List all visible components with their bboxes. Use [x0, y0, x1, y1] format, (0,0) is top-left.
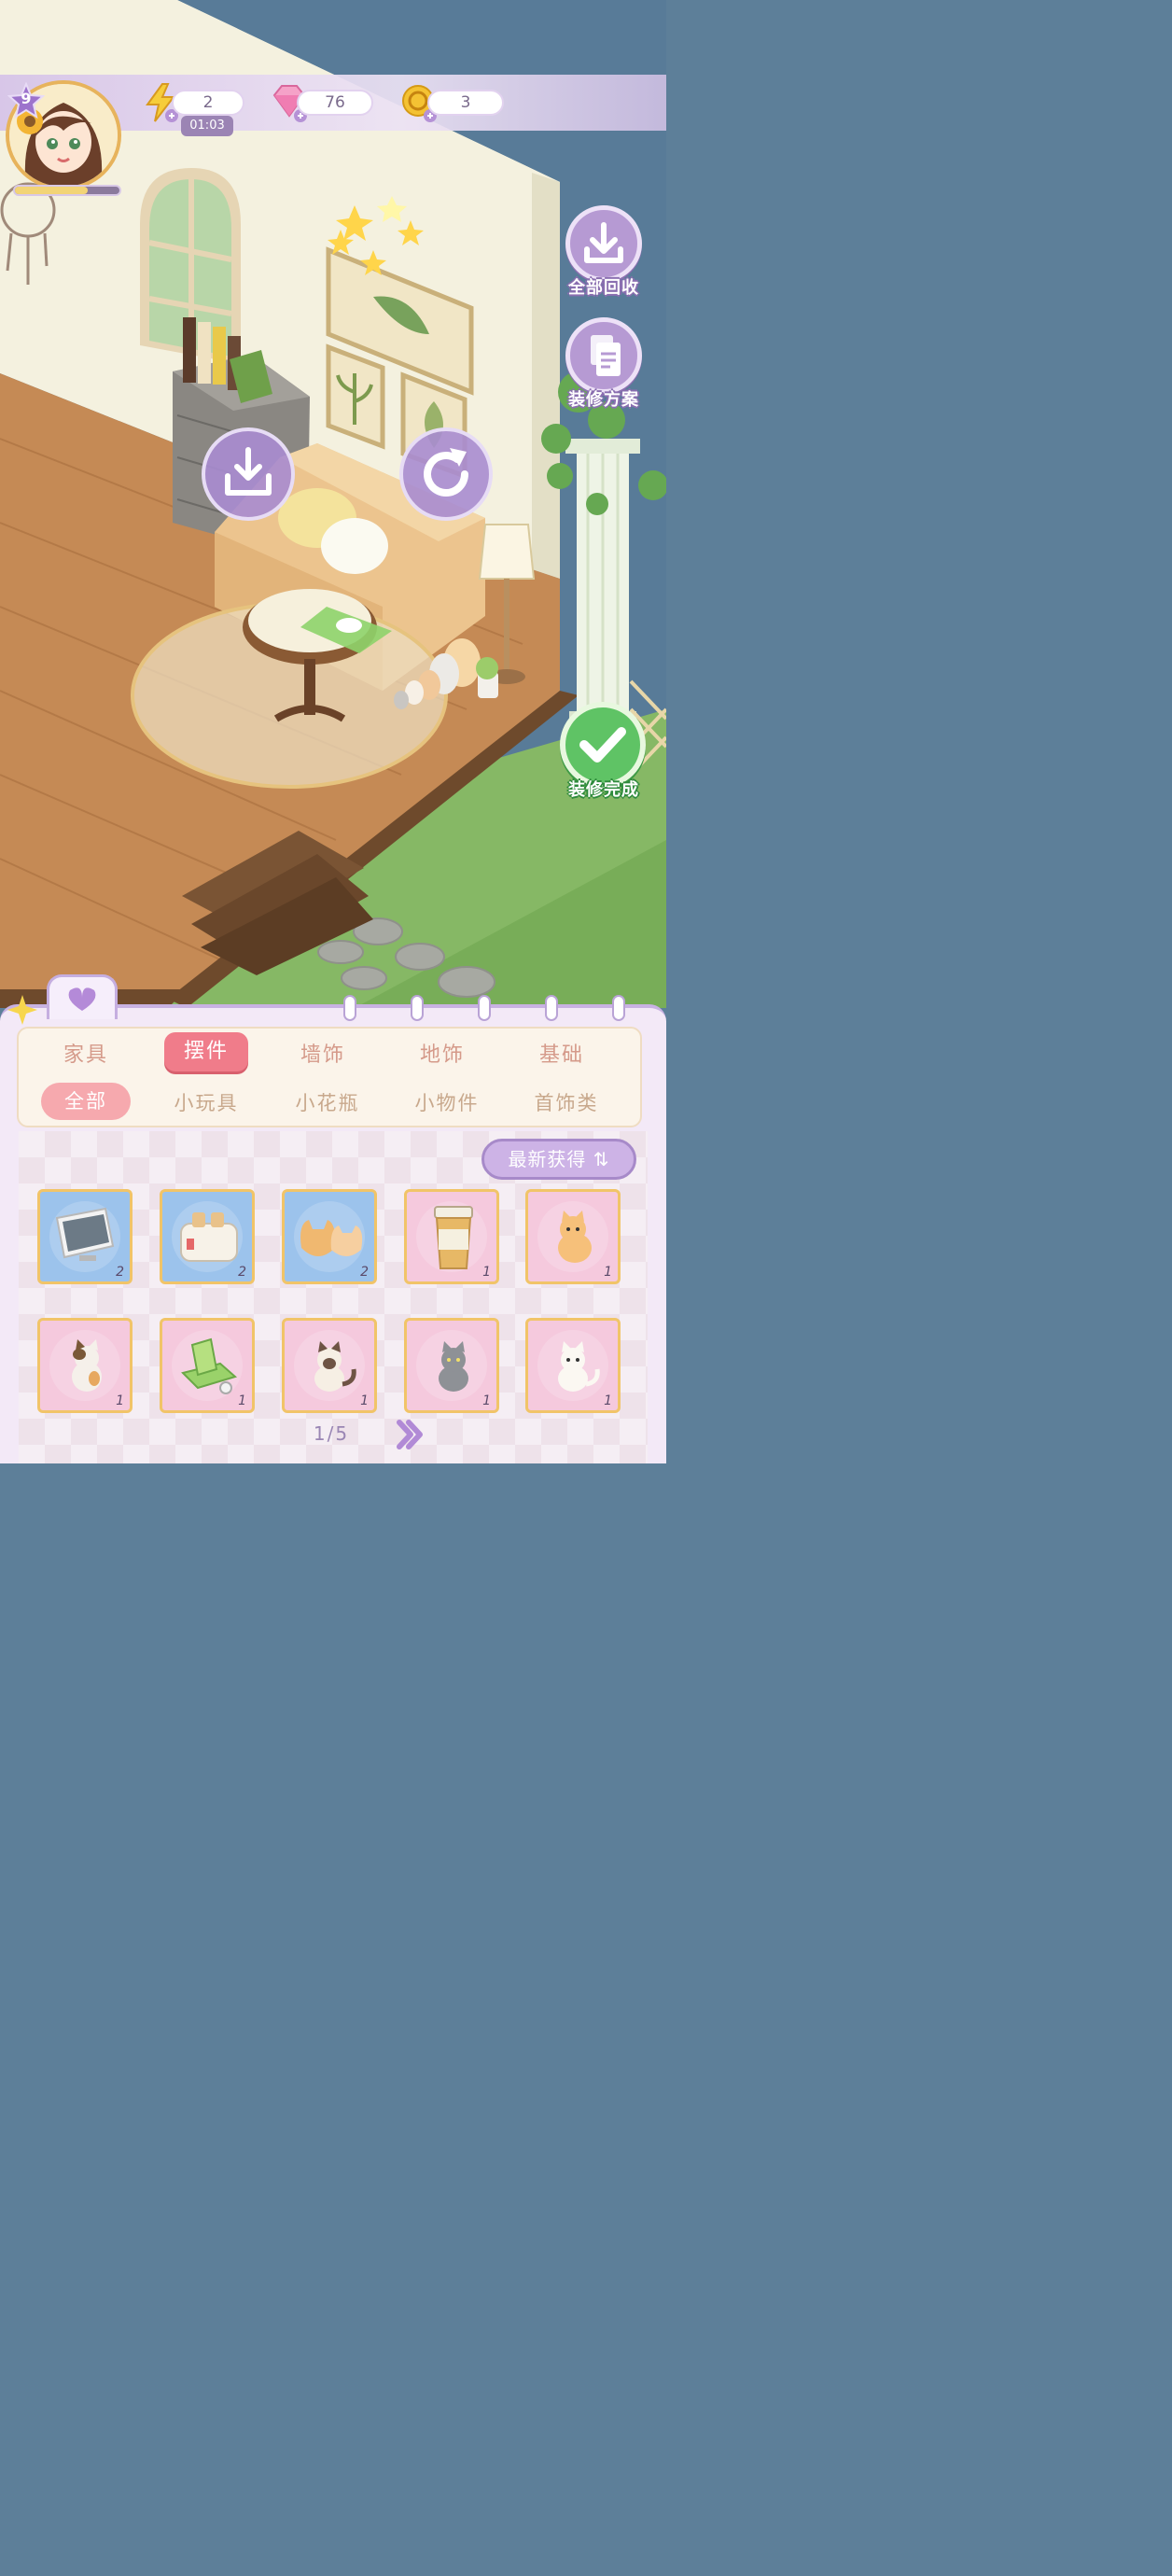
- xp-bar-fill: [15, 187, 89, 194]
- item-count: 1: [238, 1393, 246, 1408]
- calico-cat-icon: [72, 1339, 102, 1392]
- tab-floor-decor[interactable]: 地饰: [396, 1038, 489, 1068]
- orange-cat-icon: [558, 1211, 592, 1263]
- decor-plan-button[interactable]: [565, 317, 642, 394]
- subtab-small-vases[interactable]: 小花瓶: [276, 1088, 379, 1116]
- energy-timer: 01:03: [181, 116, 233, 136]
- cat-cushion-icon: [300, 1220, 363, 1256]
- gems-value: 76: [297, 90, 373, 116]
- item-card[interactable]: 2: [37, 1189, 133, 1284]
- sort-arrows-icon: ⇅: [593, 1148, 610, 1170]
- energy-value: 2: [172, 90, 244, 116]
- item-count: 1: [360, 1393, 369, 1408]
- recycle-all-label: 全部回收: [568, 278, 639, 298]
- item-grid: [19, 1131, 648, 1463]
- tab-basic[interactable]: 基础: [515, 1038, 608, 1068]
- item-count: 1: [482, 1393, 491, 1408]
- finish-label: 装修完成: [568, 780, 639, 800]
- white-cat-icon: [558, 1341, 600, 1392]
- collapse-panel-tab[interactable]: [47, 974, 118, 1019]
- subtab-small-objects[interactable]: 小物件: [396, 1088, 498, 1116]
- sparkle-icon: [7, 995, 37, 1025]
- level-number: 9: [21, 90, 32, 107]
- item-count: 2: [360, 1265, 369, 1280]
- tab-furniture[interactable]: 家具: [39, 1038, 133, 1068]
- gray-cat-icon: [439, 1341, 468, 1392]
- item-count: 2: [238, 1265, 246, 1280]
- document-icon: [591, 335, 621, 376]
- item-card[interactable]: 2: [160, 1189, 255, 1284]
- sort-button[interactable]: 最新获得 ⇅: [481, 1139, 636, 1180]
- checkmark-icon: [579, 727, 626, 763]
- xp-bar: [13, 185, 121, 196]
- coins-value: 3: [427, 90, 504, 116]
- binder-ring: [411, 995, 424, 1021]
- item-count: 1: [604, 1265, 612, 1280]
- item-count: 1: [604, 1393, 612, 1408]
- subtab-jewelry[interactable]: 首饰类: [515, 1088, 618, 1116]
- sort-label: 最新获得: [508, 1148, 587, 1170]
- item-card[interactable]: 1: [160, 1318, 255, 1413]
- item-card[interactable]: 1: [282, 1318, 377, 1413]
- binder-ring: [612, 995, 625, 1021]
- item-card[interactable]: 1: [404, 1189, 499, 1284]
- item-card[interactable]: 1: [525, 1318, 621, 1413]
- green-gadget-icon: [181, 1337, 238, 1394]
- rotate-item-button[interactable]: [399, 427, 493, 521]
- heart-chevron-icon: [68, 987, 96, 1011]
- tab-ornaments[interactable]: 摆件: [164, 1032, 248, 1071]
- item-card[interactable]: 2: [282, 1189, 377, 1284]
- toaster-icon: [180, 1212, 238, 1262]
- item-card[interactable]: 1: [525, 1189, 621, 1284]
- item-count: 1: [116, 1393, 124, 1408]
- siamese-cat-icon: [314, 1341, 356, 1392]
- binder-ring: [545, 995, 558, 1021]
- subtab-small-toys[interactable]: 小玩具: [155, 1088, 258, 1116]
- item-card[interactable]: 1: [404, 1318, 499, 1413]
- binder-ring: [478, 995, 491, 1021]
- decor-plan-label: 装修方案: [568, 390, 639, 410]
- item-count: 2: [116, 1265, 124, 1280]
- cup-icon: [434, 1206, 473, 1269]
- binder-ring: [343, 995, 356, 1021]
- download-icon: [584, 222, 623, 263]
- item-count: 1: [482, 1265, 491, 1280]
- recycle-all-button[interactable]: [565, 205, 642, 282]
- recycle-item-button[interactable]: [202, 427, 295, 521]
- finish-button[interactable]: [560, 702, 646, 788]
- item-card[interactable]: 1: [37, 1318, 133, 1413]
- subtab-all[interactable]: 全部: [41, 1083, 131, 1120]
- tv-icon: [55, 1207, 115, 1261]
- next-page-icon[interactable]: [394, 1419, 426, 1450]
- page-indicator: 1/5: [313, 1422, 350, 1445]
- tab-wall-decor[interactable]: 墙饰: [276, 1038, 370, 1068]
